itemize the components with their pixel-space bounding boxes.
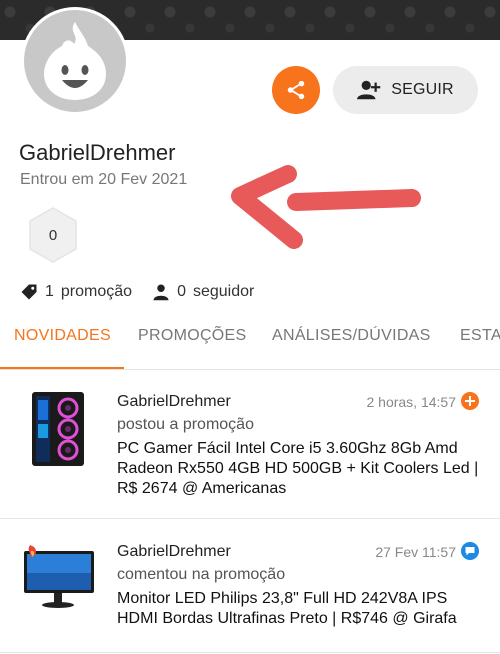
followers-label: seguidor bbox=[192, 283, 255, 300]
feed-item-action: postou a promoção bbox=[117, 416, 254, 433]
feed-item-author[interactable]: GabrielDrehmer bbox=[117, 393, 231, 411]
tab-estatisticas[interactable]: ESTATÍSTICAS bbox=[460, 314, 500, 369]
follow-button-label: SEGUIR bbox=[391, 81, 454, 98]
profile-joined-date: Entrou em 20 Fev 2021 bbox=[20, 171, 188, 188]
promotions-stat[interactable]: 1 promoção bbox=[20, 283, 132, 301]
promotions-count: 1 bbox=[45, 283, 54, 300]
feed-item-title-link[interactable]: Monitor LED Philips 23,8" Full HD 242V8A… bbox=[117, 589, 487, 629]
user-icon bbox=[153, 284, 169, 301]
profile-username: GabrielDrehmer bbox=[19, 140, 176, 165]
flame-mascot-icon bbox=[44, 22, 106, 100]
user-level-badge: 0 bbox=[27, 206, 79, 264]
feed-item-title-link[interactable]: PC Gamer Fácil Intel Core i5 3.60Ghz 8Gb… bbox=[117, 439, 487, 499]
feed-item-author[interactable]: GabrielDrehmer bbox=[117, 543, 231, 561]
feed-divider bbox=[0, 652, 500, 653]
tag-icon bbox=[21, 284, 37, 300]
feed-item-time: 27 Fev 11:57 bbox=[375, 544, 456, 560]
feed-divider bbox=[0, 518, 500, 519]
feed-item-action: comentou na promoção bbox=[117, 566, 286, 583]
tab-novidades[interactable]: NOVIDADES bbox=[14, 314, 111, 369]
comment-icon bbox=[461, 542, 479, 560]
promotions-label: promoção bbox=[60, 283, 133, 300]
plus-circle-icon bbox=[461, 392, 479, 410]
share-button[interactable] bbox=[272, 66, 320, 114]
pc-tower-icon bbox=[32, 392, 84, 466]
red-arrow-annotation bbox=[231, 165, 421, 249]
profile-stats: 1 promoção 0 seguidor bbox=[20, 280, 274, 304]
tab-analises-duvidas[interactable]: ANÁLISES/DÚVIDAS bbox=[272, 314, 431, 369]
follow-button[interactable]: SEGUIR bbox=[333, 66, 478, 114]
profile-tabs: NOVIDADES PROMOÇÕES ANÁLISES/DÚVIDAS EST… bbox=[0, 314, 500, 370]
monitor-icon bbox=[24, 545, 94, 608]
user-level-value: 0 bbox=[48, 226, 58, 244]
add-user-icon bbox=[357, 80, 381, 100]
active-tab-indicator bbox=[0, 367, 124, 369]
feed-item-time: 2 horas, 14:57 bbox=[366, 394, 456, 410]
share-icon bbox=[287, 80, 305, 100]
avatar[interactable] bbox=[21, 7, 129, 115]
tab-promocoes[interactable]: PROMOÇÕES bbox=[138, 314, 247, 369]
feed-item[interactable]: GabrielDrehmer 2 horas, 14:57 postou a p… bbox=[0, 384, 500, 516]
followers-count: 0 bbox=[177, 283, 186, 300]
followers-stat[interactable]: 0 seguidor bbox=[152, 283, 254, 301]
feed-item[interactable]: GabrielDrehmer 27 Fev 11:57 comentou na … bbox=[0, 535, 500, 654]
